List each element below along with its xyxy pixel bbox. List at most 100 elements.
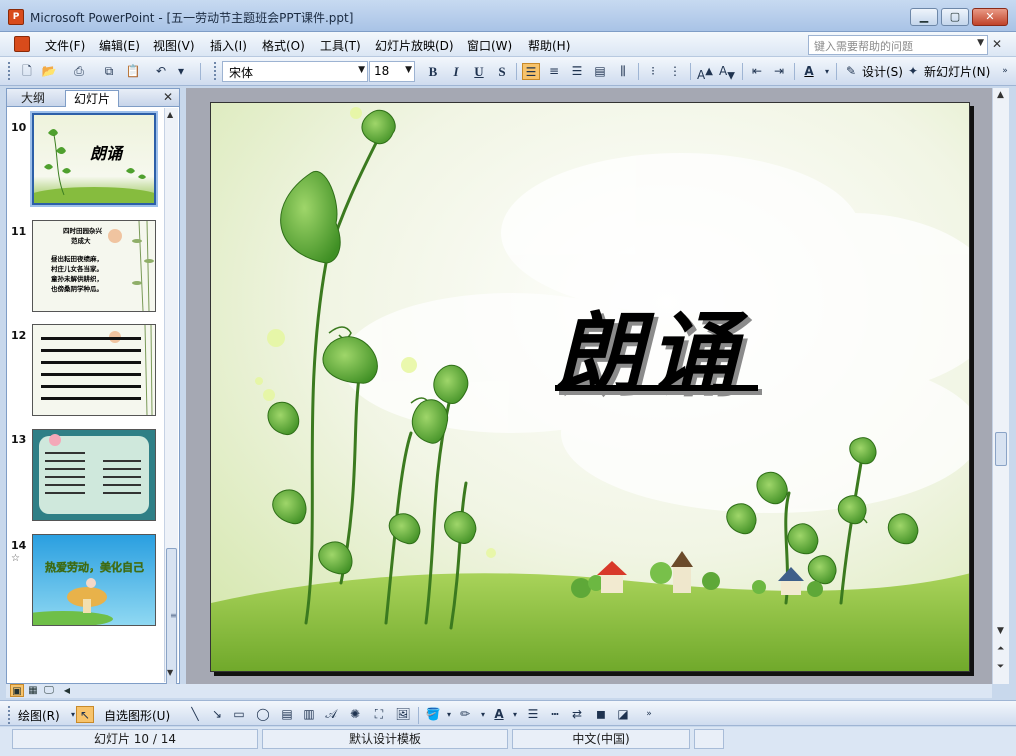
diagram-icon[interactable]: ✺ — [346, 706, 364, 723]
menu-window[interactable]: 窗口(W) — [467, 37, 512, 54]
align-right-icon[interactable]: ☰ — [568, 63, 586, 80]
tab-slides[interactable]: 幻灯片 — [65, 90, 120, 107]
menu-file[interactable]: 文件(F) — [45, 37, 85, 54]
wordart-icon[interactable]: 𝒜 — [322, 706, 340, 723]
font-color-dropdown-icon[interactable]: ▾ — [506, 706, 524, 723]
menu-help[interactable]: 帮助(H) — [528, 37, 570, 54]
close-pane-button[interactable]: ✕ — [163, 90, 173, 104]
toolbar-grip[interactable] — [8, 62, 11, 80]
maximize-button[interactable]: ▢ — [941, 8, 969, 26]
powerpoint-app-icon[interactable]: P — [8, 9, 24, 25]
design-icon[interactable]: ✎ — [842, 63, 860, 80]
menu-format[interactable]: 格式(O) — [262, 37, 305, 54]
next-slide-icon[interactable]: ⏷ — [997, 662, 1004, 672]
justify-icon[interactable]: ▤ — [591, 63, 609, 80]
slide-thumbnail-11[interactable]: 四时田园杂兴 范成大 昼出耘田夜绩麻， 村庄儿女各当家。 童孙未解供耕织， 也傍… — [32, 220, 156, 312]
toolbar-options-icon[interactable]: » — [640, 706, 658, 723]
copy-icon[interactable]: ⧉ — [100, 63, 118, 80]
scroll-thumb[interactable] — [995, 432, 1007, 466]
slide-thumbnail-10[interactable]: 朗诵 — [30, 111, 158, 207]
document-icon[interactable] — [14, 36, 30, 52]
toolbar-grip-2[interactable] — [214, 62, 217, 80]
menu-view[interactable]: 视图(V) — [153, 37, 195, 54]
thumbnail-11-line: 四时田园杂兴 — [63, 226, 103, 235]
slides-pane-scrollbar[interactable]: ▲ ≡ ▼ — [164, 108, 178, 688]
decrease-indent-icon[interactable]: ⇤ — [748, 63, 766, 80]
help-search-input[interactable]: 键入需要帮助的问题 ▼ — [808, 35, 988, 55]
line-tool-icon[interactable]: ╲ — [186, 706, 204, 723]
scroll-up-icon[interactable]: ▲ — [167, 110, 173, 119]
bullets-icon[interactable]: ⋮ — [666, 63, 684, 80]
arrow-tool-icon[interactable]: ↘ — [208, 706, 226, 723]
chevron-down-icon[interactable]: ▼ — [405, 65, 412, 75]
minimize-button[interactable]: ▁ — [910, 8, 938, 26]
numbering-icon[interactable]: ⁝ — [644, 63, 662, 80]
current-slide[interactable]: 朗诵 — [210, 102, 970, 672]
line-color-icon[interactable]: ✏ — [456, 706, 474, 723]
clipart-icon[interactable]: ⛶ — [370, 706, 388, 723]
insert-picture-icon[interactable]: 🖼 — [394, 706, 412, 723]
textbox-icon[interactable]: ▤ — [278, 706, 296, 723]
font-name-select[interactable]: 宋体 ▼ — [222, 61, 368, 82]
align-center-icon[interactable]: ≡ — [545, 63, 563, 80]
rectangle-tool-icon[interactable]: ▭ — [230, 706, 248, 723]
toolbar-options-icon[interactable]: » — [996, 63, 1014, 80]
increase-font-icon[interactable]: A▲ — [696, 63, 714, 82]
transition-star-icon[interactable]: ☆ — [11, 553, 20, 564]
dash-style-icon[interactable]: ┅ — [546, 706, 564, 723]
chevron-down-icon[interactable]: ▼ — [358, 65, 365, 75]
print-icon[interactable]: ⎙ — [70, 63, 88, 80]
new-document-icon[interactable]: 🗋 — [18, 63, 36, 80]
slide-thumbnail-14[interactable]: 热爱劳动，美化自己 — [32, 534, 156, 626]
undo-dropdown-icon[interactable]: ▾ — [172, 63, 190, 80]
shadow-style-icon[interactable]: ◼ — [592, 706, 610, 723]
decrease-font-icon[interactable]: A▼ — [718, 63, 736, 81]
menu-slideshow[interactable]: 幻灯片放映(D) — [375, 37, 454, 54]
previous-slide-icon[interactable]: ⏶ — [997, 644, 1004, 654]
slide-thumbnail-12[interactable] — [32, 324, 156, 416]
open-icon[interactable]: 📂 — [40, 63, 58, 80]
slide-thumbnail-13[interactable] — [32, 429, 156, 521]
arrow-style-icon[interactable]: ⇄ — [568, 706, 586, 723]
new-slide-icon[interactable]: ✦ — [904, 63, 922, 80]
design-template-status[interactable]: 默认设计模板 — [262, 729, 508, 749]
scroll-down-icon[interactable]: ▼ — [167, 668, 173, 677]
select-pointer-icon[interactable]: ↖ — [76, 706, 94, 723]
autoshapes-menu-button[interactable]: 自选图形(U) — [104, 707, 170, 724]
font-color-icon[interactable]: A — [800, 63, 818, 80]
distributed-icon[interactable]: ⫼ — [614, 63, 632, 80]
scroll-down-icon[interactable]: ▼ — [997, 626, 1004, 636]
menu-tools[interactable]: 工具(T) — [320, 37, 361, 54]
shadow-button[interactable]: S — [493, 63, 511, 80]
font-color-dropdown-icon[interactable]: ▾ — [818, 63, 836, 80]
slideshow-view-icon[interactable]: 🖵 — [42, 684, 56, 697]
slide-sorter-icon[interactable]: ▦ — [26, 684, 40, 697]
vertical-textbox-icon[interactable]: ▥ — [300, 706, 318, 723]
chevron-down-icon[interactable]: ▼ — [977, 38, 984, 48]
tab-outline[interactable]: 大纲 — [13, 90, 53, 107]
oval-tool-icon[interactable]: ◯ — [254, 706, 272, 723]
font-size-select[interactable]: 18 ▼ — [369, 61, 415, 82]
3d-style-icon[interactable]: ◪ — [614, 706, 632, 723]
new-slide-button[interactable]: 新幻灯片(N) — [924, 63, 990, 80]
menu-edit[interactable]: 编辑(E) — [99, 37, 140, 54]
scroll-left-icon[interactable]: ◀ — [60, 684, 74, 697]
menu-insert[interactable]: 插入(I) — [210, 37, 247, 54]
undo-icon[interactable]: ↶ — [152, 63, 170, 80]
close-document-button[interactable]: ✕ — [992, 37, 1002, 51]
normal-view-icon[interactable]: ▣ — [10, 684, 24, 697]
draw-menu-button[interactable]: 绘图(R) — [18, 707, 60, 724]
slide-vertical-scrollbar[interactable]: ▲ ▼ ⏶ ⏷ — [992, 88, 1009, 684]
design-button[interactable]: 设计(S) — [862, 63, 903, 80]
close-window-button[interactable]: ✕ — [972, 8, 1008, 26]
increase-indent-icon[interactable]: ⇥ — [770, 63, 788, 80]
paste-icon[interactable]: 📋 — [124, 63, 142, 80]
bold-button[interactable]: B — [424, 63, 442, 80]
scroll-thumb[interactable]: ≡ — [166, 548, 177, 688]
italic-button[interactable]: I — [447, 63, 465, 80]
scroll-up-icon[interactable]: ▲ — [997, 90, 1004, 100]
line-style-icon[interactable]: ☰ — [524, 706, 542, 723]
toolbar-grip[interactable] — [8, 706, 11, 724]
align-left-icon[interactable]: ☰ — [522, 63, 540, 80]
underline-button[interactable]: U — [470, 63, 488, 80]
